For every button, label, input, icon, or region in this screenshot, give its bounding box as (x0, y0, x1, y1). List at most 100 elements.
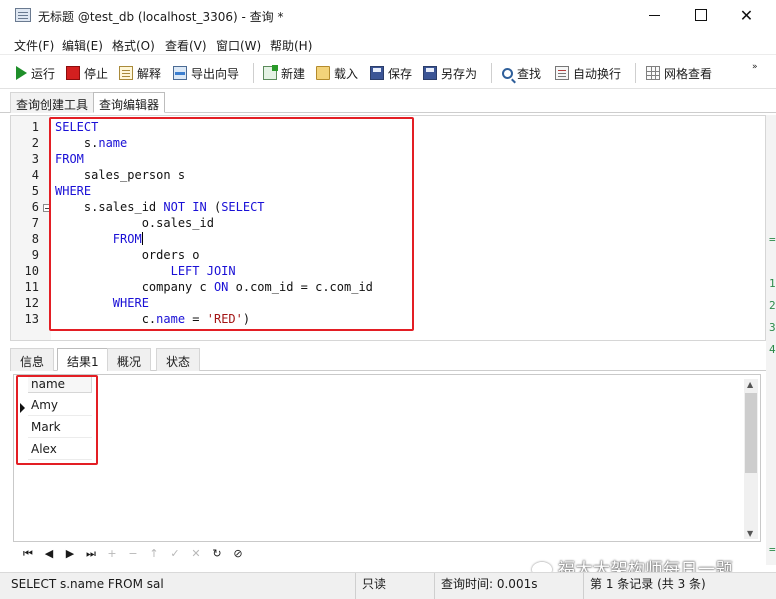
save-as-label: 另存为 (441, 66, 478, 81)
word-wrap-label: 自动换行 (573, 66, 622, 81)
export-wizard-button[interactable]: 导出向导 (173, 64, 239, 82)
menu-file[interactable]: 文件(F) (14, 37, 54, 54)
toolbar: 运行 停止 解释 导出向导 新建 载入 保存 另存为 查找 自动换行 网格查看 (0, 58, 776, 89)
refresh-icon[interactable]: ↻ (210, 547, 224, 561)
line-number: 8 (31, 232, 39, 246)
toolbar-separator (635, 63, 636, 83)
save-button[interactable]: 保存 (370, 64, 412, 82)
menu-edit[interactable]: 编辑(E) (62, 37, 103, 54)
vertical-scrollbar[interactable]: ▲ ▼ (744, 379, 758, 539)
explain-icon (119, 66, 133, 80)
new-icon (263, 65, 278, 80)
stop-query-icon[interactable]: ⊘ (231, 547, 245, 561)
export-label: 导出向导 (191, 66, 240, 81)
side-mark: 4 (769, 343, 776, 356)
line-number: 5 (31, 184, 39, 198)
line-number: 9 (31, 248, 39, 262)
result-highlight-box (16, 375, 98, 465)
new-button[interactable]: 新建 (263, 64, 305, 82)
previous-record-icon[interactable]: ◀ (42, 547, 56, 561)
delete-record-icon[interactable]: − (126, 547, 140, 561)
first-record-icon[interactable]: ⏮ (21, 547, 35, 561)
line-number: 1 (31, 120, 39, 134)
grid-icon (646, 66, 660, 80)
side-mark: 1 (769, 277, 776, 290)
toolbar-separator (253, 63, 254, 83)
scroll-down-icon[interactable]: ▼ (747, 529, 753, 538)
scrollbar-thumb[interactable] (745, 393, 757, 473)
apply-changes-icon[interactable]: ✓ (168, 547, 182, 561)
save-as-button[interactable]: 另存为 (423, 64, 477, 82)
save-label: 保存 (388, 66, 413, 81)
word-wrap-icon (555, 66, 569, 80)
editor-highlight-box (49, 117, 414, 331)
sql-editor[interactable]: 1 SELECT 2 s.name 3 FROM 4 sales_person s 5 WHE… (10, 115, 766, 341)
menu-window[interactable]: 窗口(W) (216, 37, 261, 54)
last-record-icon[interactable]: ⏭ (84, 547, 98, 561)
play-icon (16, 66, 27, 80)
word-wrap-button[interactable]: 自动换行 (555, 64, 621, 82)
load-button[interactable]: 载入 (316, 64, 358, 82)
side-mark: = (769, 233, 776, 246)
explain-button[interactable]: 解释 (119, 64, 161, 82)
menu-help[interactable]: 帮助(H) (270, 37, 312, 54)
line-number: 11 (24, 280, 39, 294)
side-mark: 3 (769, 321, 776, 334)
run-label: 运行 (31, 66, 56, 81)
edit-record-icon[interactable]: ↑ (147, 547, 161, 561)
search-icon (502, 67, 513, 79)
title-bar: 无标题 @test_db (localhost_3306) - 查询 * ✕ (0, 0, 776, 32)
line-number: 2 (31, 136, 39, 150)
stop-label: 停止 (84, 66, 109, 81)
line-number: 7 (31, 216, 39, 230)
save-icon (370, 66, 384, 80)
tab-status[interactable]: 状态 (156, 348, 201, 371)
window-title: 无标题 @test_db (localhost_3306) - 查询 * (38, 10, 284, 24)
menu-bar: 文件(F) 编辑(E) 格式(O) 查看(V) 窗口(W) 帮助(H) (0, 33, 776, 55)
editor-tab-strip: 查询创建工具 查询编辑器 (0, 90, 776, 113)
tab-query-builder[interactable]: 查询创建工具 (10, 92, 95, 113)
side-panel-edge: = 1 2 3 4 = (766, 115, 776, 565)
status-sql-preview: SELECT s.name FROM sal (5, 573, 356, 599)
tab-profile[interactable]: 概况 (107, 348, 152, 371)
tab-result-1[interactable]: 结果1 (57, 348, 109, 371)
line-number: 10 (24, 264, 39, 278)
result-tab-strip: 信息 结果1 概况 状态 (10, 347, 766, 371)
export-icon (173, 66, 187, 80)
save-as-icon (423, 66, 437, 80)
line-number: 4 (31, 168, 39, 182)
maximize-button[interactable] (678, 0, 723, 30)
line-number: 12 (24, 296, 39, 310)
find-label: 查找 (517, 66, 542, 81)
line-number: 3 (31, 152, 39, 166)
line-number: 6 (31, 200, 39, 214)
app-icon (15, 8, 31, 22)
tab-info[interactable]: 信息 (10, 348, 55, 371)
tab-query-editor[interactable]: 查询编辑器 (93, 92, 166, 113)
add-record-icon[interactable]: + (105, 547, 119, 561)
side-mark: 2 (769, 299, 776, 312)
close-button[interactable]: ✕ (724, 0, 769, 30)
discard-changes-icon[interactable]: ✕ (189, 547, 203, 561)
result-grid[interactable]: name Amy Mark Alex ▲ ▼ (13, 374, 761, 542)
status-record-count: 第 1 条记录 (共 3 条) (590, 577, 706, 591)
status-bar: SELECT s.name FROM sal 只读 查询时间: 0.001s 第… (0, 572, 776, 599)
load-label: 载入 (334, 66, 359, 81)
stop-button[interactable]: 停止 (66, 64, 108, 82)
new-label: 新建 (281, 66, 306, 81)
menu-view[interactable]: 查看(V) (165, 37, 207, 54)
status-mode: 只读 (356, 573, 435, 599)
toolbar-overflow-icon[interactable]: » (752, 62, 758, 72)
menu-format[interactable]: 格式(O) (112, 37, 155, 54)
folder-icon (316, 66, 330, 80)
line-number: 13 (24, 312, 39, 326)
toolbar-separator (491, 63, 492, 83)
run-button[interactable]: 运行 (16, 64, 55, 82)
find-button[interactable]: 查找 (502, 64, 541, 82)
minimize-button[interactable] (632, 0, 677, 30)
next-record-icon[interactable]: ▶ (63, 547, 77, 561)
side-mark: = (769, 543, 776, 556)
scroll-up-icon[interactable]: ▲ (747, 380, 753, 389)
explain-label: 解释 (137, 66, 162, 81)
grid-view-button[interactable]: 网格查看 (646, 64, 712, 82)
